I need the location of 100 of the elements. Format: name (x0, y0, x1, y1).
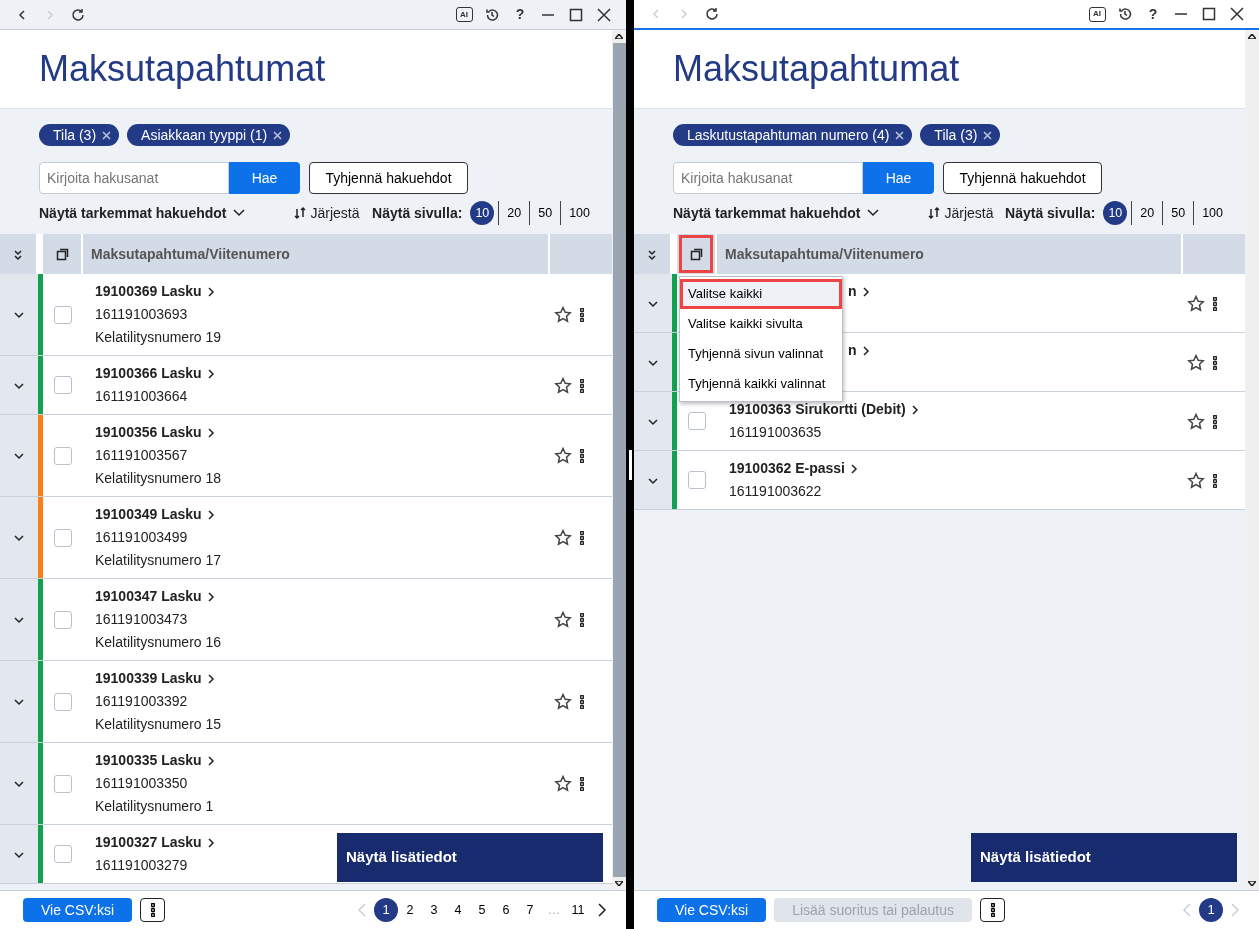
favorite-button[interactable] (554, 304, 572, 325)
kela-number: Kelatilitysnumero 19 (95, 329, 222, 345)
sort-button[interactable]: Järjestä (292, 202, 360, 224)
close-icon (102, 130, 112, 140)
transaction-link[interactable]: 19100339 Lasku (95, 667, 216, 690)
column-header: Maksutapahtuma/Viitenumero (91, 244, 290, 264)
reference-number: 161191003350 (95, 775, 188, 791)
row-checkbox[interactable] (54, 845, 72, 863)
maximize-icon (1202, 7, 1216, 21)
help-button[interactable]: ? (506, 2, 534, 27)
page-size-option[interactable]: 20 (1131, 201, 1163, 225)
row-checkbox[interactable] (54, 774, 72, 793)
row-checkbox[interactable] (54, 610, 72, 629)
transaction-link[interactable]: 19100362 E-passi (729, 457, 859, 480)
favorite-button[interactable] (554, 527, 572, 548)
clear-button[interactable]: Tyhjennä hakuehdot (309, 162, 468, 194)
page-button[interactable]: 11 (566, 898, 590, 922)
double-chevron-icon (646, 248, 658, 261)
row-checkbox[interactable] (54, 528, 72, 547)
chevron-right-icon (597, 903, 607, 917)
menu-item[interactable]: Tyhjennä sivun valinnat (680, 339, 842, 369)
close-icon (597, 7, 611, 22)
reference-number: 161191003567 (95, 447, 188, 463)
transaction-link[interactable]: 19100335 Lasku (95, 749, 216, 772)
help-button[interactable]: ? (1139, 2, 1167, 26)
kebab-icon (1213, 473, 1217, 488)
page-size-option[interactable]: 50 (529, 201, 561, 225)
details-panel-button[interactable]: Näytä lisätiedot (337, 833, 603, 882)
transaction-link[interactable]: 19100347 Lasku (95, 585, 216, 608)
transaction-link[interactable]: n (848, 280, 871, 303)
ai-button[interactable]: AI (1083, 2, 1111, 26)
page-button[interactable]: 1 (374, 898, 398, 922)
sort-icon (926, 206, 941, 220)
kebab-icon (580, 531, 584, 546)
page-button[interactable]: 7 (518, 898, 542, 922)
star-icon (554, 447, 572, 466)
page-size-option[interactable]: 10 (1103, 201, 1128, 225)
more-button[interactable] (980, 898, 1005, 922)
menu-item[interactable]: Tyhjennä kaikki valinnat (680, 369, 842, 399)
kebab-icon (150, 903, 155, 917)
filter-chip[interactable]: Tila (3) (39, 124, 120, 146)
chevron-right-icon (205, 755, 216, 766)
row-checkbox[interactable] (688, 471, 706, 489)
row-checkbox[interactable] (54, 376, 72, 394)
page-size-option[interactable]: 10 (470, 201, 495, 225)
star-icon (1187, 294, 1205, 313)
footer-button[interactable]: Vie CSV:ksi (657, 898, 767, 922)
clear-button[interactable]: Tyhjennä hakuehdot (943, 162, 1102, 194)
transaction-link[interactable]: 19100366 Lasku (95, 362, 216, 385)
search-button[interactable]: Hae (229, 162, 300, 194)
scroll-up-icon (615, 34, 623, 39)
back-icon (16, 8, 28, 21)
menu-item[interactable]: Valitse kaikki sivulta (680, 309, 842, 339)
row-checkbox[interactable] (688, 412, 706, 430)
sort-button[interactable]: Järjestä (926, 202, 994, 224)
search-button[interactable]: Hae (863, 162, 934, 194)
filter-chip[interactable]: Tila (3) (920, 124, 1001, 146)
kela-number: Kelatilitysnumero 16 (95, 634, 222, 650)
star-icon (1187, 471, 1205, 490)
page-size-option[interactable]: 50 (1162, 201, 1194, 225)
page-size-option[interactable]: 100 (560, 201, 598, 225)
page-size-option[interactable]: 20 (498, 201, 530, 225)
page-button[interactable]: 6 (494, 898, 518, 922)
page-button[interactable]: 4 (446, 898, 470, 922)
transaction-link[interactable]: 19100369 Lasku (95, 280, 216, 303)
page-button[interactable]: 5 (470, 898, 494, 922)
minimize-icon (1175, 13, 1187, 15)
transaction-link[interactable]: 19100349 Lasku (95, 503, 216, 526)
maximize-icon (569, 7, 583, 22)
filter-chip[interactable]: Asiakkaan tyyppi (1) (127, 124, 291, 146)
more-button[interactable] (140, 898, 166, 922)
search-field[interactable]: Kirjoita hakusanat (39, 162, 229, 194)
transaction-link[interactable]: 19100363 Sirukortti (Debit) (729, 398, 920, 421)
star-icon (554, 376, 572, 395)
page-button[interactable]: 2 (398, 898, 422, 922)
advanced-search-toggle[interactable]: Näytä tarkemmat hakuehdot (39, 202, 247, 224)
kebab-icon (580, 777, 584, 792)
chevron-right-icon (909, 404, 920, 415)
favorite-button[interactable] (554, 691, 572, 712)
menu-item[interactable]: Valitse kaikki (680, 279, 842, 309)
page-button[interactable]: 3 (422, 898, 446, 922)
row-checkbox[interactable] (54, 305, 72, 324)
footer-button[interactable]: Vie CSV:ksi (23, 898, 133, 922)
ai-button[interactable]: AI (450, 2, 478, 27)
favorite-button[interactable] (554, 773, 572, 794)
search-field[interactable]: Kirjoita hakusanat (673, 162, 863, 194)
row-checkbox[interactable] (54, 692, 72, 711)
advanced-search-toggle[interactable]: Näytä tarkemmat hakuehdot (673, 202, 881, 224)
filter-chip[interactable]: Laskutustapahtuman numero (4) (673, 124, 913, 146)
page-button[interactable]: 1 (1199, 898, 1223, 922)
row-checkbox[interactable] (54, 446, 72, 465)
favorite-button[interactable] (554, 609, 572, 630)
page-size-option[interactable]: 100 (1193, 201, 1231, 225)
details-panel-button[interactable]: Näytä lisätiedot (971, 833, 1237, 882)
transaction-link[interactable]: 19100356 Lasku (95, 421, 216, 444)
select-menu-button[interactable] (679, 235, 713, 273)
reload-icon (71, 7, 85, 22)
favorite-button[interactable] (554, 445, 572, 466)
transaction-link[interactable]: n (848, 339, 871, 362)
transaction-link[interactable]: 19100327 Lasku (95, 831, 216, 854)
